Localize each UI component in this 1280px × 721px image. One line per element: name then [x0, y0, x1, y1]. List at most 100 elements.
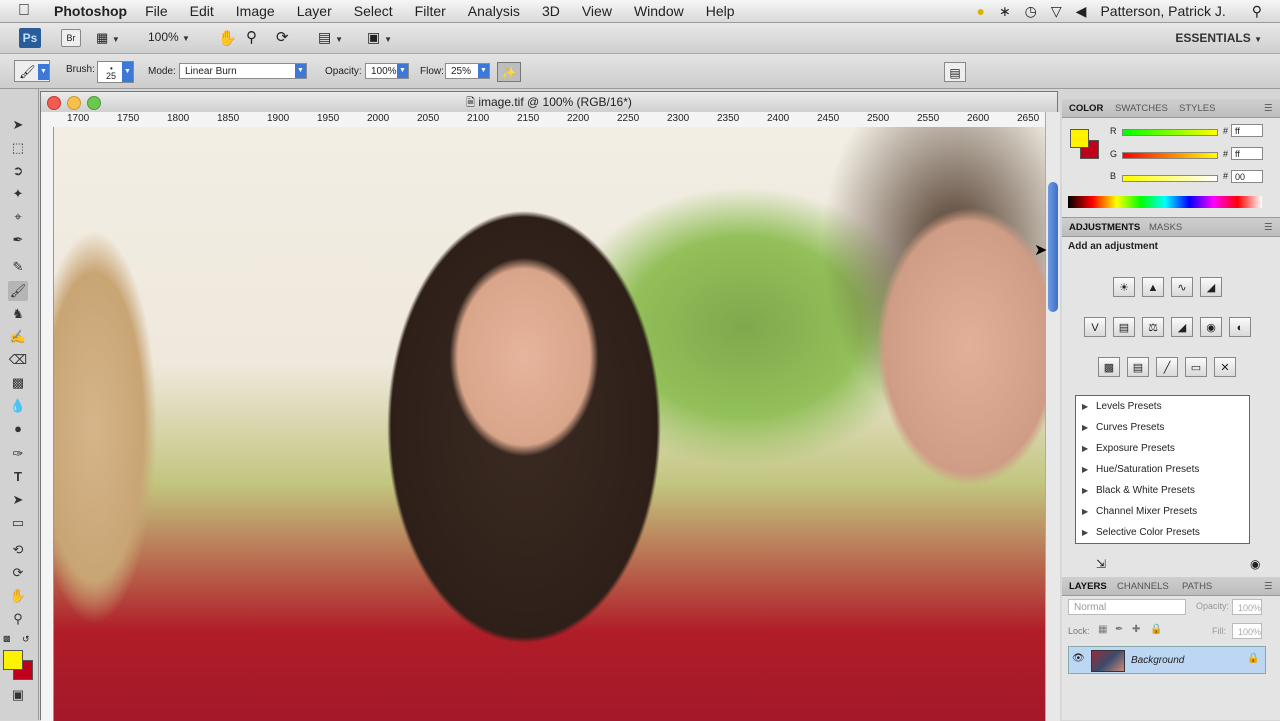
layer-blend-mode-select[interactable]: Normal	[1068, 599, 1186, 615]
shape-tool-icon[interactable]: ▭	[8, 513, 28, 533]
gradient-map-icon[interactable]: ▭	[1185, 357, 1207, 377]
tab-styles[interactable]: STYLES	[1179, 103, 1215, 114]
workspace-switcher[interactable]: ESSENTIALS ▼	[1175, 31, 1262, 45]
quick-mask-icon[interactable]: ▣	[8, 685, 28, 705]
tab-adjustments[interactable]: ADJUSTMENTS	[1069, 222, 1140, 233]
pen-tool-icon[interactable]: ✑	[8, 444, 28, 464]
brightness-contrast-icon[interactable]: ☀	[1113, 277, 1135, 297]
preset-hue-saturation[interactable]: Hue/Saturation Presets	[1076, 459, 1249, 480]
lock-position-icon[interactable]: ✚	[1132, 624, 1140, 635]
crop-tool-icon[interactable]: ⌖	[8, 207, 28, 227]
bridge-button[interactable]: Br	[61, 29, 81, 47]
preset-exposure[interactable]: Exposure Presets	[1076, 438, 1249, 459]
levels-icon[interactable]: ▲	[1142, 277, 1164, 297]
black-white-icon[interactable]: ◢	[1171, 317, 1193, 337]
user-name[interactable]: Patterson, Patrick J.	[1100, 3, 1225, 19]
photo-filter-icon[interactable]: ◉	[1200, 317, 1222, 337]
menu-view[interactable]: View	[582, 3, 612, 19]
hand-tool-icon[interactable]: ✋	[8, 586, 28, 606]
red-slider[interactable]	[1122, 129, 1218, 136]
selective-color-icon[interactable]: ✕	[1214, 357, 1236, 377]
zoom-tool-icon[interactable]: ⚲	[246, 28, 257, 46]
green-slider[interactable]	[1122, 152, 1218, 159]
opacity-field[interactable]: 100% ▼	[365, 63, 409, 79]
brush-tool-icon[interactable]: 🖌	[8, 281, 28, 301]
brush-panel-icon[interactable]: ▤	[944, 62, 966, 82]
hand-tool-icon[interactable]: ✋	[218, 29, 237, 47]
lock-transparent-icon[interactable]: ▦	[1098, 624, 1107, 635]
exposure-icon[interactable]: ◢	[1200, 277, 1222, 297]
panel-menu-icon[interactable]: ☰	[1264, 581, 1273, 592]
posterize-icon[interactable]: ▤	[1127, 357, 1149, 377]
tool-preset-picker[interactable]: 🖌 ▼	[14, 60, 50, 82]
default-colors-icon[interactable]: ▩	[3, 634, 11, 643]
vertical-ruler[interactable]	[41, 127, 54, 721]
quick-selection-tool-icon[interactable]: ✦	[8, 184, 28, 204]
zoom-level-dropdown[interactable]: 100% ▼	[148, 30, 190, 44]
color-sync-icon[interactable]: ●	[976, 3, 984, 19]
fill-field[interactable]: 100%	[1232, 623, 1262, 639]
wifi-icon[interactable]: ▽	[1051, 3, 1062, 20]
preset-black-white[interactable]: Black & White Presets	[1076, 480, 1249, 501]
eye-visibility-icon[interactable]: 👁	[1072, 653, 1085, 664]
healing-brush-tool-icon[interactable]: ✎	[8, 257, 28, 277]
rotate-view-icon[interactable]: ⟳	[276, 28, 289, 46]
foreground-color-swatch[interactable]	[3, 650, 23, 670]
flow-field[interactable]: 25% ▼	[445, 63, 490, 79]
path-selection-tool-icon[interactable]: ➤	[8, 490, 28, 510]
apple-icon[interactable]: 	[18, 2, 38, 20]
menu-analysis[interactable]: Analysis	[468, 3, 520, 19]
history-brush-tool-icon[interactable]: ✍	[8, 327, 28, 347]
view-extras-icon[interactable]: ▦ ▼	[96, 30, 120, 46]
vertical-scrollbar[interactable]	[1045, 112, 1060, 721]
3d-orbit-tool-icon[interactable]: ⟳	[8, 563, 28, 583]
blue-slider[interactable]	[1122, 175, 1218, 182]
green-hex-field[interactable]: ff	[1231, 147, 1263, 160]
foreground-color-swatch[interactable]	[1070, 129, 1089, 148]
tab-channels[interactable]: CHANNELS	[1117, 581, 1169, 592]
volume-icon[interactable]: ◀	[1076, 3, 1087, 20]
hue-saturation-icon[interactable]: ▤	[1113, 317, 1135, 337]
color-balance-icon[interactable]: ⚖	[1142, 317, 1164, 337]
layer-opacity-field[interactable]: 100%	[1232, 599, 1262, 615]
eraser-tool-icon[interactable]: ⌫	[8, 350, 28, 370]
blend-mode-select[interactable]: Linear Burn ▼	[179, 63, 307, 79]
image-canvas[interactable]	[54, 127, 1045, 721]
marquee-tool-icon[interactable]: ⬚	[8, 138, 28, 158]
scrollbar-thumb[interactable]	[1048, 182, 1058, 312]
brush-picker[interactable]: • 25 ▼	[97, 61, 134, 83]
zoom-tool-icon[interactable]: ⚲	[8, 609, 28, 629]
blue-hex-field[interactable]: 00	[1231, 170, 1263, 183]
menu-select[interactable]: Select	[354, 3, 393, 19]
tab-paths[interactable]: PATHS	[1182, 581, 1212, 592]
arrange-documents-icon[interactable]: ▤ ▼	[318, 29, 343, 46]
lasso-tool-icon[interactable]: ➲	[8, 161, 28, 181]
menu-app-name[interactable]: Photoshop	[54, 3, 127, 19]
close-window-button[interactable]	[47, 96, 61, 110]
3d-rotate-tool-icon[interactable]: ⟲	[8, 540, 28, 560]
vibrance-icon[interactable]: V	[1084, 317, 1106, 337]
airbrush-toggle-icon[interactable]: ✨	[497, 62, 521, 82]
menu-layer[interactable]: Layer	[297, 3, 332, 19]
red-hex-field[interactable]: ff	[1231, 124, 1263, 137]
view-previous-state-icon[interactable]: ◉	[1250, 557, 1260, 571]
tab-layers[interactable]: LAYERS	[1069, 581, 1107, 592]
menu-image[interactable]: Image	[236, 3, 275, 19]
blur-tool-icon[interactable]: 💧	[8, 396, 28, 416]
channel-mixer-icon[interactable]: ◐	[1229, 317, 1251, 337]
document-title-bar[interactable]: 🗎 image.tif @ 100% (RGB/16*)	[41, 92, 1057, 113]
horizontal-ruler[interactable]: 1700 1750 1800 1850 1900 1950 2000 2050 …	[41, 112, 1045, 128]
tab-swatches[interactable]: SWATCHES	[1115, 103, 1168, 114]
minimize-window-button[interactable]	[67, 96, 81, 110]
menu-window[interactable]: Window	[634, 3, 684, 19]
lock-image-icon[interactable]: ✒	[1115, 624, 1123, 635]
preset-channel-mixer[interactable]: Channel Mixer Presets	[1076, 501, 1249, 522]
invert-icon[interactable]: ▩	[1098, 357, 1120, 377]
zoom-window-button[interactable]	[87, 96, 101, 110]
time-machine-icon[interactable]: ◷	[1025, 3, 1037, 20]
panel-menu-icon[interactable]: ☰	[1264, 103, 1273, 114]
color-spectrum-ramp[interactable]	[1068, 196, 1262, 208]
menu-3d[interactable]: 3D	[542, 3, 560, 19]
menu-filter[interactable]: Filter	[415, 3, 446, 19]
lock-all-icon[interactable]: 🔒	[1150, 624, 1162, 635]
